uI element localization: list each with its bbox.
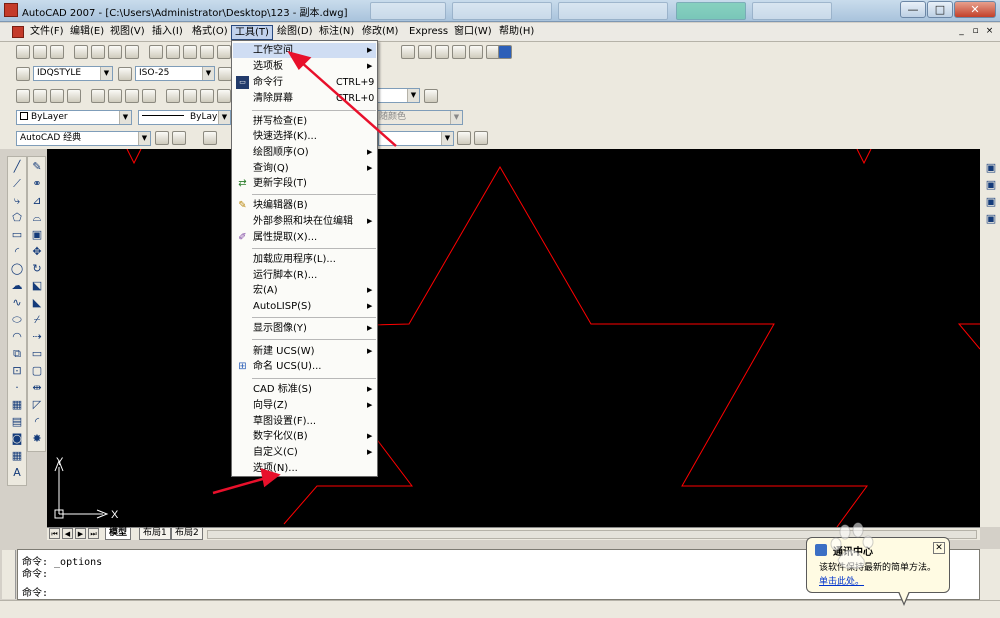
annotation-arrow-workspace [300, 61, 397, 147]
annotation-arrowhead [260, 468, 281, 488]
annotation-layer [212, 51, 397, 495]
annotation-arrow-options [212, 476, 267, 495]
